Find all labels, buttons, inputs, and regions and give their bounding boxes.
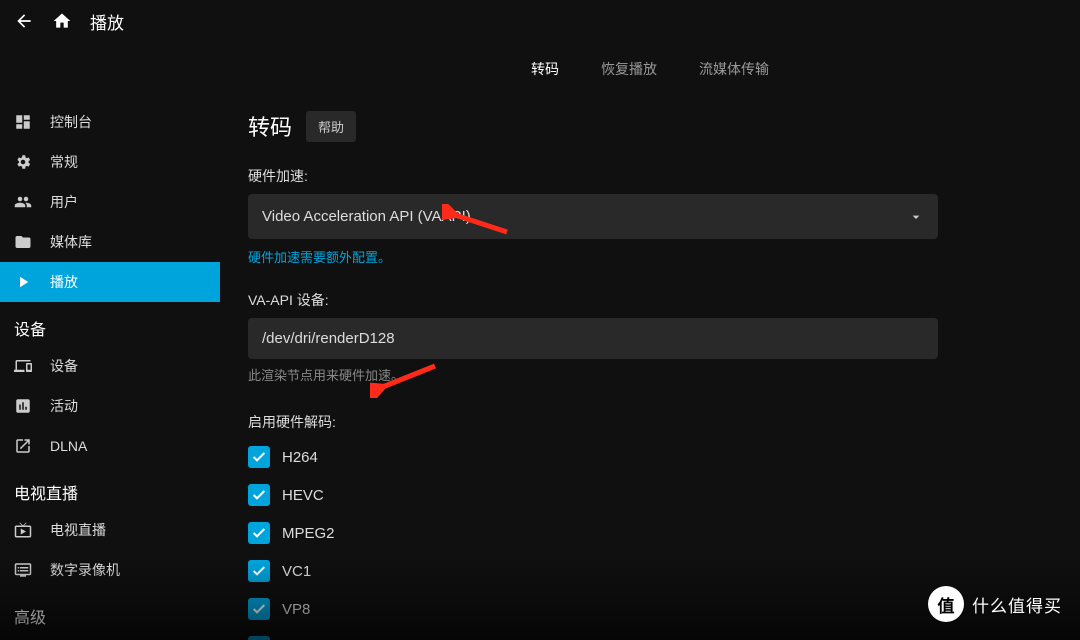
- tv-icon: [14, 521, 32, 539]
- hwaccel-value: Video Acceleration API (VAAPI): [262, 208, 471, 225]
- sidebar-item-label: DLNA: [50, 438, 87, 454]
- checkbox-icon: [248, 598, 270, 620]
- vaapi-input[interactable]: [248, 318, 938, 359]
- dlna-icon: [14, 437, 32, 455]
- sidebar-item-general[interactable]: 常规: [0, 142, 220, 182]
- hwaccel-label: 硬件加速:: [248, 166, 1052, 186]
- checkbox-icon: [248, 560, 270, 582]
- tab-resume[interactable]: 恢复播放: [601, 43, 657, 95]
- checkbox-icon: [248, 446, 270, 468]
- chevron-down-icon: [908, 209, 924, 225]
- sidebar-group-livetv: 电视直播: [0, 466, 220, 510]
- sidebar-item-label: 控制台: [50, 112, 92, 132]
- sidebar-item-label: 电视直播: [50, 520, 106, 540]
- codec-label: MPEG2: [282, 525, 335, 542]
- sidebar-item-libraries[interactable]: 媒体库: [0, 222, 220, 262]
- codec-checkbox-vp9[interactable]: VP9: [248, 636, 1052, 640]
- help-button[interactable]: 帮助: [306, 111, 356, 142]
- watermark-icon: 值: [928, 586, 964, 622]
- sidebar-item-label: 活动: [50, 396, 78, 416]
- codec-checkbox-h264[interactable]: H264: [248, 446, 1052, 468]
- chart-icon: [14, 397, 32, 415]
- decode-label: 启用硬件解码:: [248, 412, 1052, 432]
- devices-icon: [14, 357, 32, 375]
- hwaccel-hint[interactable]: 硬件加速需要额外配置。: [248, 247, 1052, 266]
- codec-label: VP8: [282, 601, 310, 618]
- main-panel: 转码 帮助 硬件加速: Video Acceleration API (VAAP…: [220, 96, 1080, 640]
- hwaccel-select[interactable]: Video Acceleration API (VAAPI): [248, 194, 938, 239]
- codec-checkbox-hevc[interactable]: HEVC: [248, 484, 1052, 506]
- sidebar-item-livetv[interactable]: 电视直播: [0, 510, 220, 550]
- codec-label: VC1: [282, 563, 311, 580]
- codec-checkbox-mpeg2[interactable]: MPEG2: [248, 522, 1052, 544]
- tab-transcode[interactable]: 转码: [531, 43, 559, 95]
- sidebar-item-label: 媒体库: [50, 232, 92, 252]
- watermark-text: 什么值得买: [972, 592, 1062, 617]
- users-icon: [14, 193, 32, 211]
- dashboard-icon: [14, 113, 32, 131]
- folder-icon: [14, 233, 32, 251]
- sidebar-item-label: 设备: [50, 356, 78, 376]
- vaapi-label: VA-API 设备:: [248, 290, 1052, 310]
- dvr-icon: [14, 561, 32, 579]
- sidebar-item-dashboard[interactable]: 控制台: [0, 102, 220, 142]
- tab-streaming[interactable]: 流媒体传输: [699, 43, 769, 95]
- codec-label: H264: [282, 449, 318, 466]
- gear-icon: [14, 153, 32, 171]
- home-icon[interactable]: [52, 11, 72, 31]
- play-icon: [14, 273, 32, 291]
- sidebar-item-label: 播放: [50, 272, 78, 292]
- tab-bar: 转码 恢复播放 流媒体传输: [0, 42, 1080, 96]
- sidebar-item-devices[interactable]: 设备: [0, 346, 220, 386]
- sidebar-item-label: 常规: [50, 152, 78, 172]
- checkbox-icon: [248, 484, 270, 506]
- codec-label: HEVC: [282, 487, 324, 504]
- sidebar-item-dvr[interactable]: 数字录像机: [0, 550, 220, 590]
- watermark-badge: 值 什么值得买: [928, 586, 1062, 622]
- checkbox-icon: [248, 522, 270, 544]
- sidebar-item-activity[interactable]: 活动: [0, 386, 220, 426]
- back-icon[interactable]: [14, 11, 34, 31]
- vaapi-sub: 此渲染节点用来硬件加速。: [248, 365, 1052, 384]
- sidebar-item-dlna[interactable]: DLNA: [0, 426, 220, 466]
- sidebar-item-users[interactable]: 用户: [0, 182, 220, 222]
- sidebar-group-devices: 设备: [0, 302, 220, 346]
- sidebar-item-label: 用户: [50, 192, 78, 212]
- page-title: 播放: [90, 9, 124, 34]
- checkbox-icon: [248, 636, 270, 640]
- sidebar-item-playback[interactable]: 播放: [0, 262, 220, 302]
- sidebar-item-label: 数字录像机: [50, 560, 120, 580]
- sidebar: 控制台 常规 用户 媒体库 播放 设备 设备 活动 DLNA 电视直播 电视直播…: [0, 96, 220, 640]
- codec-checkbox-vc1[interactable]: VC1: [248, 560, 1052, 582]
- sidebar-group-advanced: 高级: [0, 590, 220, 634]
- section-title: 转码: [248, 110, 292, 142]
